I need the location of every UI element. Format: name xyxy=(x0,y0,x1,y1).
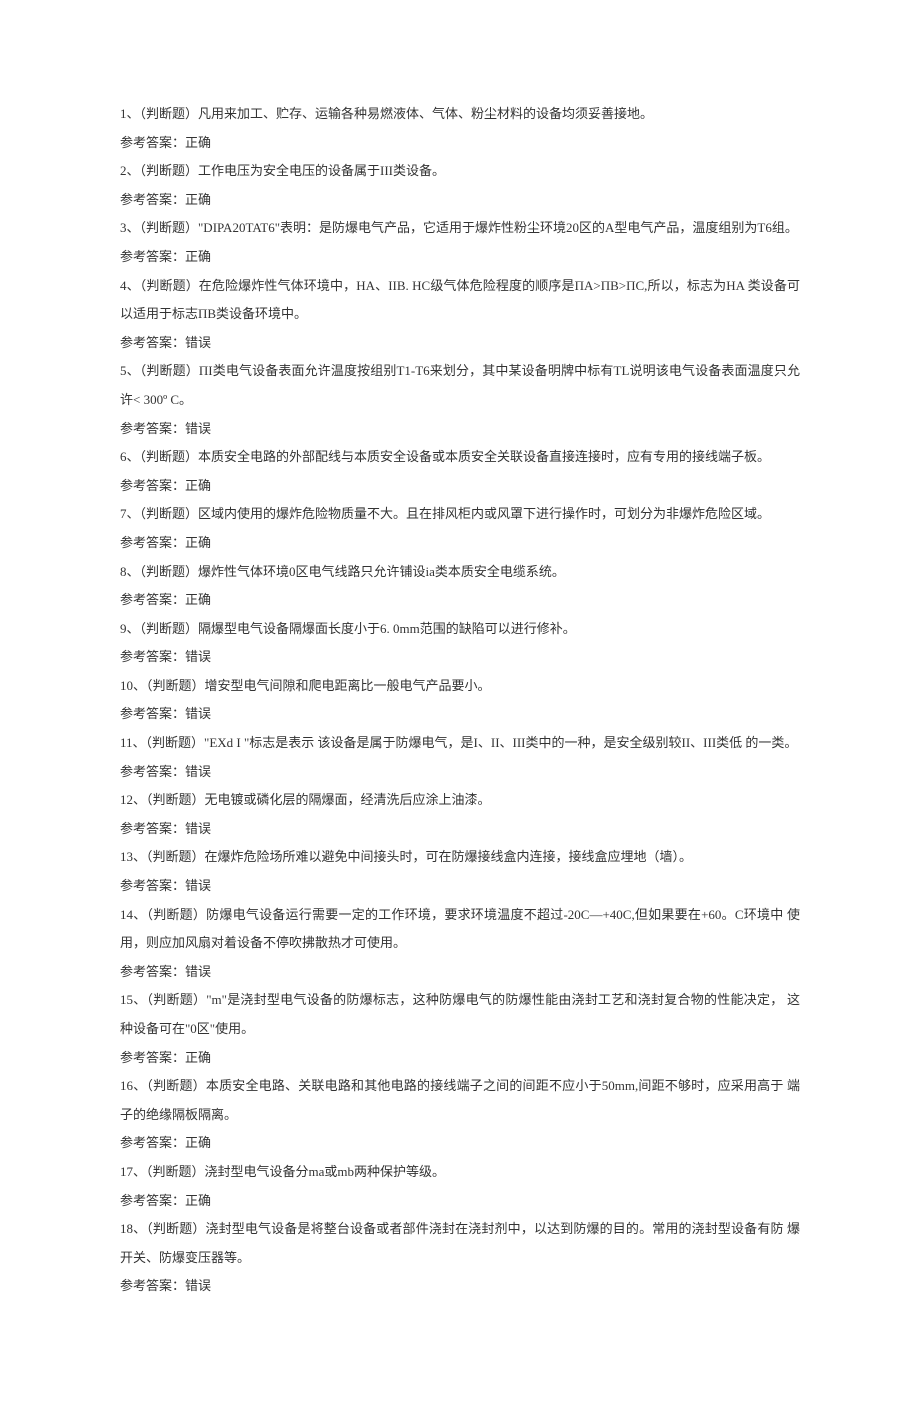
answer-label: 参考答案： xyxy=(120,1278,185,1293)
qa-item: 3、（判断题）"DIPA20TAT6"表明：是防爆电气产品，它适用于爆炸性粉尘环… xyxy=(120,214,800,271)
document-body: 1、（判断题）凡用来加工、贮存、运输各种易燃液体、气体、粉尘材料的设备均须妥善接… xyxy=(120,100,800,1301)
qa-item: 13、（判断题）在爆炸危险场所难以避免中间接头时，可在防爆接线盒内连接，接线盒应… xyxy=(120,843,800,900)
qa-item: 17、（判断题）浇封型电气设备分ma或mb两种保护等级。参考答案：正确 xyxy=(120,1158,800,1215)
answer-label: 参考答案： xyxy=(120,964,185,979)
answer-value: 正确 xyxy=(185,535,211,550)
qa-item: 10、（判断题）增安型电气间隙和爬电距离比一般电气产品要小。参考答案：错误 xyxy=(120,672,800,729)
answer-label: 参考答案： xyxy=(120,192,185,207)
qa-item: 2、（判断题）工作电压为安全电压的设备属于III类设备。参考答案：正确 xyxy=(120,157,800,214)
answer-text: 参考答案：正确 xyxy=(120,1044,800,1073)
answer-label: 参考答案： xyxy=(120,249,185,264)
qa-item: 7、（判断题）区域内使用的爆炸危险物质量不大。且在排风柜内或风罩下进行操作时，可… xyxy=(120,500,800,557)
answer-value: 错误 xyxy=(185,964,211,979)
answer-value: 错误 xyxy=(185,821,211,836)
question-text: 4、（判断题）在危险爆炸性气体环境中，HA、IIB. HC级气体危险程度的顺序是… xyxy=(120,272,800,329)
qa-item: 8、（判断题）爆炸性气体环境0区电气线路只允许铺设ia类本质安全电缆系统。参考答… xyxy=(120,558,800,615)
answer-label: 参考答案： xyxy=(120,1193,185,1208)
answer-label: 参考答案： xyxy=(120,335,185,350)
answer-label: 参考答案： xyxy=(120,1135,185,1150)
answer-value: 正确 xyxy=(185,1193,211,1208)
answer-text: 参考答案：正确 xyxy=(120,129,800,158)
answer-text: 参考答案：错误 xyxy=(120,958,800,987)
answer-text: 参考答案：正确 xyxy=(120,472,800,501)
question-text: 5、（判断题）ПI类电气设备表面允许温度按组别T1-T6来划分，其中某设备明牌中… xyxy=(120,357,800,414)
question-text: 9、（判断题）隔爆型电气设备隔爆面长度小于6. 0mm范围的缺陷可以进行修补。 xyxy=(120,615,800,644)
answer-label: 参考答案： xyxy=(120,135,185,150)
question-text: 12、（判断题）无电镀或磷化层的隔爆面，经清洗后应涂上油漆。 xyxy=(120,786,800,815)
answer-value: 正确 xyxy=(185,592,211,607)
question-text: 3、（判断题）"DIPA20TAT6"表明：是防爆电气产品，它适用于爆炸性粉尘环… xyxy=(120,214,800,243)
question-text: 2、（判断题）工作电压为安全电压的设备属于III类设备。 xyxy=(120,157,800,186)
answer-label: 参考答案： xyxy=(120,1050,185,1065)
qa-item: 9、（判断题）隔爆型电气设备隔爆面长度小于6. 0mm范围的缺陷可以进行修补。参… xyxy=(120,615,800,672)
answer-text: 参考答案：错误 xyxy=(120,643,800,672)
question-text: 8、（判断题）爆炸性气体环境0区电气线路只允许铺设ia类本质安全电缆系统。 xyxy=(120,558,800,587)
answer-value: 正确 xyxy=(185,192,211,207)
answer-text: 参考答案：错误 xyxy=(120,815,800,844)
qa-item: 5、（判断题）ПI类电气设备表面允许温度按组别T1-T6来划分，其中某设备明牌中… xyxy=(120,357,800,443)
qa-item: 6、（判断题）本质安全电路的外部配线与本质安全设备或本质安全关联设备直接连接时，… xyxy=(120,443,800,500)
qa-item: 18、（判断题）浇封型电气设备是将整台设备或者部件浇封在浇封剂中，以达到防爆的目… xyxy=(120,1215,800,1301)
answer-text: 参考答案：正确 xyxy=(120,586,800,615)
answer-text: 参考答案：正确 xyxy=(120,1129,800,1158)
answer-label: 参考答案： xyxy=(120,764,185,779)
question-text: 16、（判断题）本质安全电路、关联电路和其他电路的接线端子之间的间距不应小于50… xyxy=(120,1072,800,1129)
question-text: 17、（判断题）浇封型电气设备分ma或mb两种保护等级。 xyxy=(120,1158,800,1187)
answer-text: 参考答案：正确 xyxy=(120,529,800,558)
answer-label: 参考答案： xyxy=(120,592,185,607)
qa-item: 1、（判断题）凡用来加工、贮存、运输各种易燃液体、气体、粉尘材料的设备均须妥善接… xyxy=(120,100,800,157)
answer-text: 参考答案：正确 xyxy=(120,1187,800,1216)
qa-item: 11、（判断题）"EXd I "标志是表示 该设备是属于防爆电气，是I、II、I… xyxy=(120,729,800,786)
answer-value: 正确 xyxy=(185,1135,211,1150)
answer-text: 参考答案：错误 xyxy=(120,758,800,787)
answer-value: 错误 xyxy=(185,421,211,436)
answer-label: 参考答案： xyxy=(120,478,185,493)
answer-label: 参考答案： xyxy=(120,821,185,836)
answer-value: 错误 xyxy=(185,706,211,721)
qa-item: 12、（判断题）无电镀或磷化层的隔爆面，经清洗后应涂上油漆。参考答案：错误 xyxy=(120,786,800,843)
question-text: 1、（判断题）凡用来加工、贮存、运输各种易燃液体、气体、粉尘材料的设备均须妥善接… xyxy=(120,100,800,129)
answer-label: 参考答案： xyxy=(120,878,185,893)
answer-value: 错误 xyxy=(185,1278,211,1293)
answer-text: 参考答案：错误 xyxy=(120,329,800,358)
answer-text: 参考答案：正确 xyxy=(120,186,800,215)
question-text: 15、（判断题）"m"是浇封型电气设备的防爆标志，这种防爆电气的防爆性能由浇封工… xyxy=(120,986,800,1043)
answer-label: 参考答案： xyxy=(120,421,185,436)
question-text: 6、（判断题）本质安全电路的外部配线与本质安全设备或本质安全关联设备直接连接时，… xyxy=(120,443,800,472)
answer-label: 参考答案： xyxy=(120,535,185,550)
answer-label: 参考答案： xyxy=(120,706,185,721)
qa-item: 14、（判断题）防爆电气设备运行需要一定的工作环境，要求环境温度不超过-20C—… xyxy=(120,901,800,987)
answer-value: 正确 xyxy=(185,478,211,493)
answer-value: 正确 xyxy=(185,135,211,150)
question-text: 13、（判断题）在爆炸危险场所难以避免中间接头时，可在防爆接线盒内连接，接线盒应… xyxy=(120,843,800,872)
question-text: 10、（判断题）增安型电气间隙和爬电距离比一般电气产品要小。 xyxy=(120,672,800,701)
answer-text: 参考答案：错误 xyxy=(120,872,800,901)
answer-text: 参考答案：错误 xyxy=(120,415,800,444)
answer-text: 参考答案：错误 xyxy=(120,700,800,729)
answer-label: 参考答案： xyxy=(120,649,185,664)
question-text: 11、（判断题）"EXd I "标志是表示 该设备是属于防爆电气，是I、II、I… xyxy=(120,729,800,758)
answer-value: 正确 xyxy=(185,1050,211,1065)
answer-value: 错误 xyxy=(185,649,211,664)
qa-item: 15、（判断题）"m"是浇封型电气设备的防爆标志，这种防爆电气的防爆性能由浇封工… xyxy=(120,986,800,1072)
question-text: 7、（判断题）区域内使用的爆炸危险物质量不大。且在排风柜内或风罩下进行操作时，可… xyxy=(120,500,800,529)
answer-text: 参考答案：正确 xyxy=(120,243,800,272)
answer-value: 错误 xyxy=(185,335,211,350)
qa-item: 4、（判断题）在危险爆炸性气体环境中，HA、IIB. HC级气体危险程度的顺序是… xyxy=(120,272,800,358)
question-text: 18、（判断题）浇封型电气设备是将整台设备或者部件浇封在浇封剂中，以达到防爆的目… xyxy=(120,1215,800,1272)
qa-item: 16、（判断题）本质安全电路、关联电路和其他电路的接线端子之间的间距不应小于50… xyxy=(120,1072,800,1158)
answer-value: 错误 xyxy=(185,764,211,779)
question-text: 14、（判断题）防爆电气设备运行需要一定的工作环境，要求环境温度不超过-20C—… xyxy=(120,901,800,958)
answer-text: 参考答案：错误 xyxy=(120,1272,800,1301)
answer-value: 错误 xyxy=(185,878,211,893)
answer-value: 正确 xyxy=(185,249,211,264)
